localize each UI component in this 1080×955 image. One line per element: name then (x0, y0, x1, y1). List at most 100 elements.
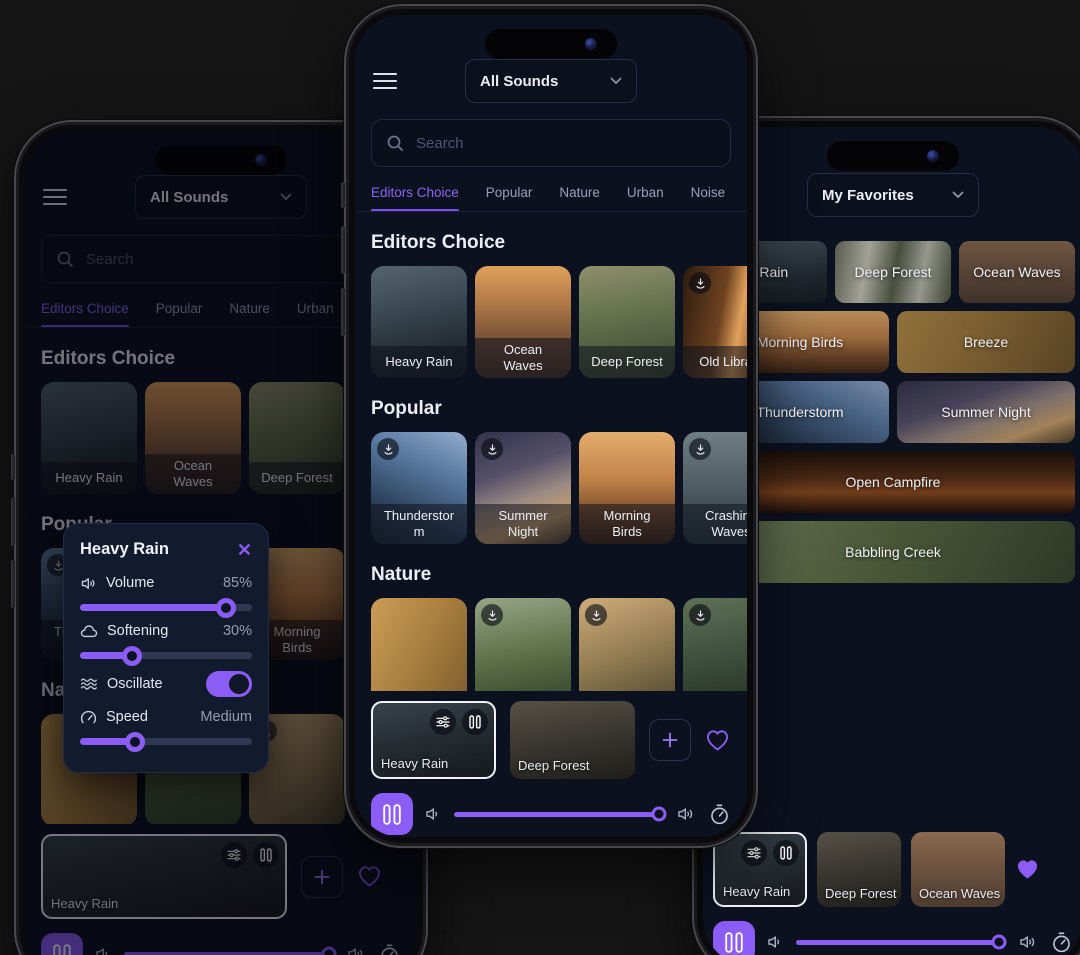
favorite-button[interactable] (705, 729, 730, 752)
pause-icon (469, 715, 481, 729)
sound-settings-button[interactable] (430, 709, 456, 735)
menu-button[interactable] (373, 68, 397, 94)
collection-selector[interactable]: All Sounds (465, 59, 637, 103)
active-sound-label: Deep Forest (518, 758, 590, 773)
volume-down-button[interactable] (11, 560, 15, 608)
sound-card[interactable]: Crashing Waves (683, 432, 747, 544)
active-sound-label: Heavy Rain (723, 884, 790, 899)
favorite-card-label: Open Campfire (846, 474, 941, 490)
section-title: Popular (371, 398, 731, 420)
download-badge[interactable] (481, 604, 503, 626)
play-pause-button[interactable] (713, 921, 755, 955)
download-badge[interactable] (689, 604, 711, 626)
slider-knob[interactable] (125, 732, 145, 752)
toggle-knob (229, 674, 249, 694)
category-tabs: Editors Choice Popular Nature Urban Noise (355, 185, 747, 212)
oscillate-toggle[interactable] (206, 671, 252, 697)
active-sound-card[interactable]: Deep Forest (817, 832, 901, 907)
action-button[interactable] (341, 182, 345, 208)
favorite-card-label: Babbling Creek (845, 544, 941, 560)
control-label: Softening (107, 623, 214, 639)
add-sound-button[interactable] (649, 719, 691, 761)
equalizer-icon (747, 847, 761, 859)
sound-pause-button[interactable] (462, 709, 488, 735)
chevron-down-icon (610, 77, 622, 85)
control-value: Medium (200, 709, 252, 725)
active-sound-card[interactable]: Heavy Rain (371, 701, 496, 779)
equalizer-icon (436, 716, 450, 728)
active-sound-card[interactable]: Heavy Rain (713, 832, 807, 907)
play-pause-button[interactable] (371, 793, 413, 835)
download-badge[interactable] (481, 438, 503, 460)
download-badge[interactable] (585, 604, 607, 626)
volume-down-button[interactable] (341, 288, 345, 336)
sound-card[interactable]: Summer Night (475, 432, 571, 544)
control-label: Volume (106, 575, 214, 591)
active-sound-label: Heavy Rain (381, 756, 448, 771)
front-camera (585, 38, 597, 50)
favorite-card[interactable]: Breeze (897, 311, 1075, 373)
master-volume-slider[interactable] (454, 812, 665, 817)
download-badge[interactable] (689, 272, 711, 294)
active-sound-card[interactable]: Deep Forest (510, 701, 635, 779)
search-bar[interactable] (371, 119, 731, 167)
favorite-button[interactable] (1015, 858, 1040, 881)
sleep-timer-icon[interactable] (708, 803, 731, 826)
app-screen: My FavoritesHeavy RainDeep ForestOcean W… (703, 127, 1080, 955)
sleep-timer-icon[interactable] (1050, 931, 1073, 954)
download-badge[interactable] (689, 438, 711, 460)
softening-slider[interactable] (80, 652, 252, 659)
tab-urban[interactable]: Urban (627, 185, 664, 211)
sound-card[interactable]: Thunderstorm (371, 432, 467, 544)
download-badge[interactable] (377, 438, 399, 460)
sound-pause-button[interactable] (773, 840, 799, 866)
close-icon[interactable]: ✕ (237, 541, 252, 559)
sound-card-label: Deep Forest (579, 346, 675, 378)
download-icon (695, 278, 706, 289)
favorite-card[interactable]: Deep Forest (835, 241, 951, 303)
tab-popular[interactable]: Popular (486, 185, 533, 211)
volume-up-button[interactable] (341, 226, 345, 274)
tab-nature[interactable]: Nature (559, 185, 600, 211)
sound-card[interactable]: Morning Birds (579, 432, 675, 544)
volume-up-button[interactable] (11, 498, 15, 546)
slider-knob[interactable] (216, 598, 236, 618)
search-input[interactable] (414, 134, 716, 153)
favorite-card-label: Ocean Waves (973, 264, 1060, 280)
sound-card[interactable]: Heavy Rain (371, 266, 467, 378)
plus-icon (660, 730, 680, 750)
sound-card[interactable]: Deep Forest (579, 266, 675, 378)
phone-center: All Sounds Editors Choice Popular Nature Urb… (344, 4, 758, 848)
oscillate-icon (80, 677, 98, 691)
sound-card[interactable]: Ocean Waves (475, 266, 571, 378)
bottom-player: Heavy Rain Deep Forest (355, 691, 747, 837)
volume-slider[interactable] (80, 604, 252, 611)
search-icon (386, 134, 404, 152)
sound-settings-button[interactable] (741, 840, 767, 866)
tab-noise[interactable]: Noise (691, 185, 726, 211)
volume-fill (454, 812, 659, 817)
volume-knob[interactable] (991, 935, 1006, 950)
sound-card-label: Old Library (683, 346, 747, 378)
active-card-controls (741, 840, 799, 866)
sound-card[interactable]: Old Library (683, 266, 747, 378)
favorite-card[interactable]: Babbling Creek (711, 521, 1075, 583)
collection-selector[interactable]: My Favorites (807, 173, 979, 217)
favorite-card[interactable]: Open Campfire (711, 451, 1075, 513)
cloud-icon (80, 624, 98, 638)
playback-bar (371, 791, 731, 837)
active-sounds-row: Heavy Rain Deep Forest (371, 701, 731, 779)
slider-knob[interactable] (122, 646, 142, 666)
action-button[interactable] (11, 454, 15, 480)
favorite-card[interactable]: Ocean Waves (959, 241, 1075, 303)
tab-editors-choice[interactable]: Editors Choice (371, 185, 459, 211)
mockup-stage: All Sounds Editors Choice Popular Nature Urb… (0, 0, 1080, 955)
favorite-card[interactable]: Summer Night (897, 381, 1075, 443)
menu-bar (373, 87, 397, 90)
heart-outline-icon (705, 729, 730, 752)
active-sound-card[interactable]: Ocean Waves (911, 832, 1005, 907)
master-volume-slider[interactable] (796, 940, 1007, 945)
favorite-card-label: Thunderstorm (756, 404, 843, 420)
volume-knob[interactable] (651, 807, 666, 822)
speed-slider[interactable] (80, 738, 252, 745)
